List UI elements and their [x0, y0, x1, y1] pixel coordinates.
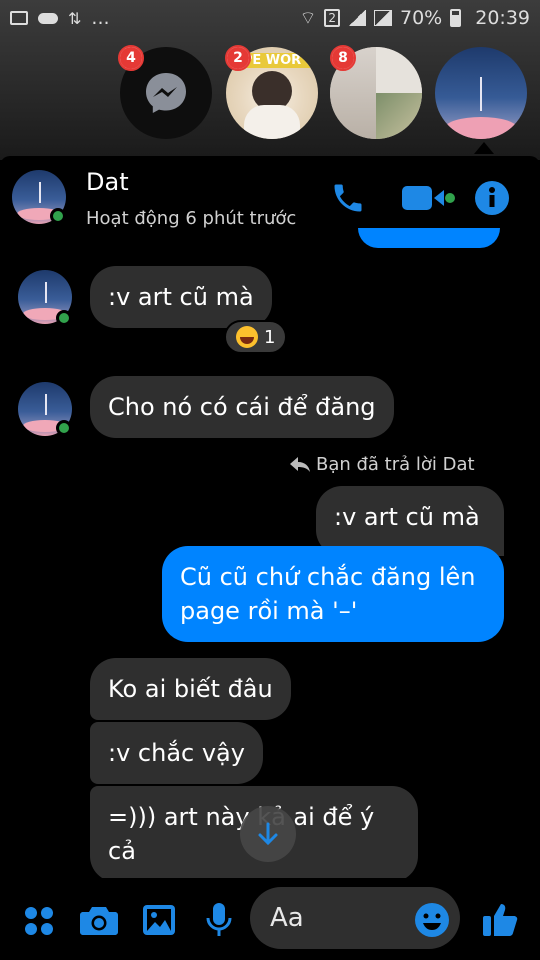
camera-icon: [80, 907, 118, 935]
pink-cloud: [445, 117, 517, 139]
chat-head-dat[interactable]: [435, 47, 527, 139]
outgoing-message[interactable]: Cũ cũ chứ chắc đăng lên page rồi mà '–': [162, 546, 504, 642]
sim-slot-indicator: 2: [324, 9, 340, 27]
conversation-info-button[interactable]: [474, 180, 510, 220]
thumbs-up-icon: [483, 904, 518, 936]
online-indicator: [56, 310, 72, 326]
gallery-button[interactable]: [142, 904, 176, 940]
reaction-count: 1: [264, 326, 276, 348]
cloud-icon: [38, 12, 58, 24]
chat-head-badge: 4: [118, 45, 144, 71]
message-reaction[interactable]: 1: [224, 320, 288, 354]
reply-context-label: Bạn đã trả lời Dat: [316, 454, 475, 475]
image-icon: [143, 905, 175, 935]
signal-icon: [348, 10, 366, 26]
contact-name[interactable]: Dat: [86, 168, 129, 196]
reply-context: Bạn đã trả lời Dat: [290, 454, 475, 475]
arrow-down-icon: [258, 822, 278, 846]
gallery-notification-icon: [10, 11, 28, 25]
laughing-emoji-icon: [236, 326, 258, 348]
scroll-to-bottom-button[interactable]: [240, 806, 296, 862]
messenger-icon: [146, 73, 186, 113]
battery-percent: 70%: [400, 7, 443, 29]
grid-dots-icon: [25, 907, 53, 935]
chat-head-badge: 8: [330, 45, 356, 71]
chat-head-badge: 2: [225, 45, 251, 71]
like-button[interactable]: [482, 900, 520, 942]
voice-message-button[interactable]: [206, 902, 232, 942]
microphone-icon: [206, 903, 232, 936]
info-icon: [475, 181, 509, 215]
money-photo-tile: [376, 93, 422, 139]
incoming-message[interactable]: :v art cũ mà: [90, 266, 272, 328]
more-actions-button[interactable]: [24, 906, 54, 940]
clock: 20:39: [475, 7, 530, 29]
call-button[interactable]: [330, 180, 366, 220]
smiley-icon: [415, 903, 449, 937]
reply-arrow-icon: [290, 456, 310, 472]
online-indicator: [50, 208, 66, 224]
video-call-button[interactable]: [402, 182, 458, 218]
wifi-icon: ⌔: [299, 7, 317, 29]
more-notifications: ...: [91, 7, 110, 29]
phone-icon: [334, 184, 362, 212]
status-bar: ⇅ ... ⌔ 2 70% 20:39: [0, 0, 540, 36]
cat-photo-tile: [376, 47, 422, 93]
incoming-message[interactable]: :v chắc vậy: [90, 722, 263, 784]
battery-icon: [450, 9, 462, 27]
incoming-message[interactable]: Cho nó có cái để đăng: [90, 376, 394, 438]
emoji-button[interactable]: [414, 902, 450, 942]
blue-bubble-peek: [358, 228, 500, 248]
camera-button[interactable]: [80, 904, 118, 940]
data-transfer-icon: ⇅: [68, 8, 82, 28]
video-camera-icon: [402, 186, 455, 210]
signal-icon-2: [374, 10, 392, 26]
active-head-pointer: [474, 142, 494, 154]
person-body: [244, 105, 300, 139]
incoming-message[interactable]: Ko ai biết đâu: [90, 658, 291, 720]
tower-image: [480, 77, 482, 111]
online-indicator: [56, 420, 72, 436]
contact-activity-status: Hoạt động 6 phút trước: [86, 208, 297, 229]
